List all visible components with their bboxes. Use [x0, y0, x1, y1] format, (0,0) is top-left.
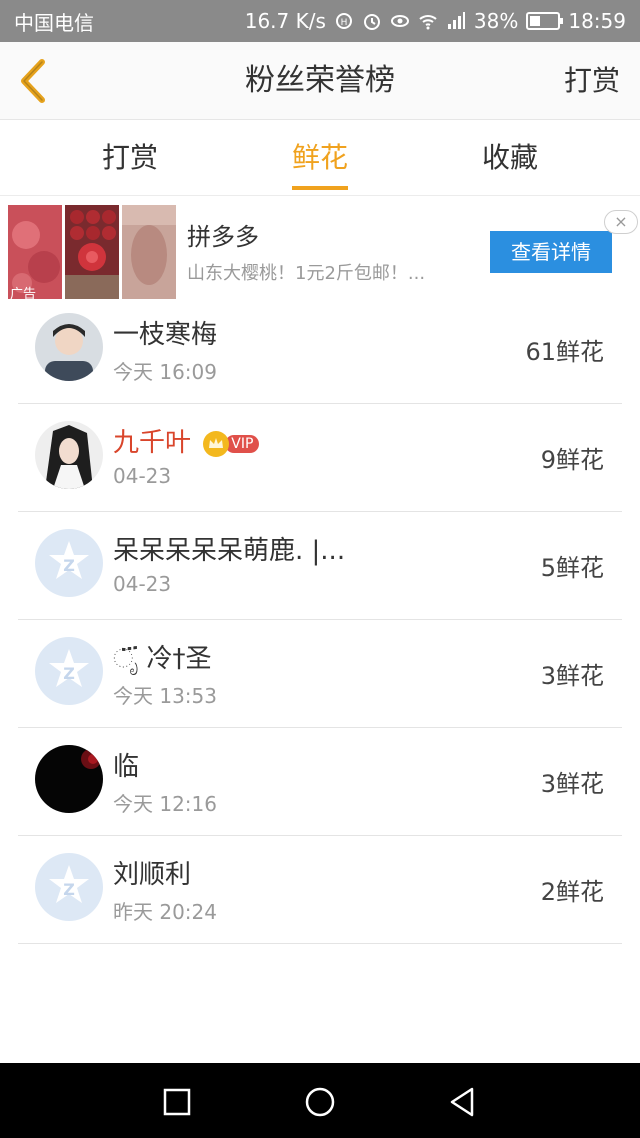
list-item[interactable]: 临 今天 12:16 3鲜花	[18, 728, 622, 836]
battery-percent: 38%	[473, 9, 519, 33]
avatar	[35, 421, 103, 489]
flower-count: 5鲜花	[540, 554, 604, 582]
ad-close-icon[interactable]: ×	[604, 210, 638, 234]
tab-label: 鲜花	[291, 141, 348, 174]
clock: 18:59	[568, 9, 626, 33]
home-icon[interactable]	[303, 1085, 337, 1119]
crown-icon	[203, 430, 230, 457]
fan-time: 04-23	[113, 464, 172, 488]
list-item[interactable]: 一枝寒梅 今天 16:09 61鲜花	[18, 296, 622, 404]
fan-name: 刘顺利	[113, 860, 192, 890]
flower-count: 2鲜花	[540, 878, 604, 906]
fan-name: 九千叶 VIP	[113, 422, 260, 459]
svg-text:Z: Z	[63, 556, 75, 575]
status-right: 16.7 K/s H 38% 18:59	[245, 9, 626, 33]
fan-list: 一枝寒梅 今天 16:09 61鲜花 九千叶 VIP 04-23 9鲜花 Z 呆…	[18, 296, 622, 944]
list-item[interactable]: Z 呆呆呆呆呆萌鹿. |... 04-23 5鲜花	[18, 512, 622, 620]
reward-button[interactable]: 打赏	[564, 42, 620, 120]
avatar	[35, 313, 103, 381]
ad-banner[interactable]: 广告 拼多多 山东大樱桃！1元2斤包邮！... 查看详情	[0, 197, 640, 303]
fan-name: 一枝寒梅	[113, 320, 218, 350]
fan-name: ೃ፝ 冷†圣	[113, 644, 212, 674]
vip-badge: VIP	[203, 430, 260, 457]
vip-label: VIP	[225, 434, 260, 453]
alarm-icon	[363, 14, 380, 30]
tab-reward[interactable]: 打赏	[70, 120, 190, 196]
net-speed: 16.7 K/s	[244, 9, 326, 33]
flower-count: 9鲜花	[540, 446, 604, 474]
system-nav-bar	[0, 1063, 640, 1138]
fan-time: 今天 16:09	[113, 360, 217, 384]
fan-name: 临	[113, 752, 140, 782]
wifi-icon	[419, 15, 437, 30]
avatar	[35, 745, 103, 813]
page-title: 粉丝荣誉榜	[245, 63, 395, 98]
recent-apps-icon[interactable]	[160, 1085, 194, 1119]
status-bar: 中国电信 16.7 K/s H 38% 18:59	[0, 0, 640, 42]
tab-label: 打赏	[101, 141, 158, 174]
svg-text:Z: Z	[63, 880, 75, 899]
fan-name: 呆呆呆呆呆萌鹿. |...	[113, 536, 346, 566]
eye-comfort-icon	[390, 15, 409, 27]
flower-count: 3鲜花	[540, 662, 604, 690]
avatar: Z	[35, 637, 103, 705]
ad-subtitle: 山东大樱桃！1元2斤包邮！...	[187, 263, 426, 284]
fan-time: 04-23	[113, 572, 172, 596]
svg-text:H: H	[341, 18, 348, 28]
ad-image	[65, 205, 119, 299]
avatar: Z	[35, 529, 103, 597]
svg-text:Z: Z	[63, 664, 75, 683]
list-item[interactable]: Z 刘顺利 昨天 20:24 2鲜花	[18, 836, 622, 944]
carrier-label: 中国电信	[14, 10, 94, 35]
header-bar: 粉丝荣誉榜 打赏	[0, 42, 640, 120]
ad-title: 拼多多	[187, 223, 259, 251]
tab-bar: 打赏 鲜花 收藏	[0, 120, 640, 196]
flower-count: 61鲜花	[525, 338, 604, 366]
tab-favorites[interactable]: 收藏	[450, 120, 570, 196]
battery-icon	[526, 12, 564, 30]
list-item[interactable]: 九千叶 VIP 04-23 9鲜花	[18, 404, 622, 512]
active-tab-underline	[292, 186, 348, 190]
tab-label: 收藏	[481, 141, 538, 174]
tab-flowers[interactable]: 鲜花	[260, 120, 380, 196]
fan-name-text: 九千叶	[113, 428, 192, 458]
signal-icon	[447, 12, 465, 29]
ad-image	[122, 205, 176, 299]
back-icon[interactable]	[445, 1085, 479, 1119]
fan-time: 昨天 20:24	[113, 900, 217, 924]
fan-time: 今天 12:16	[113, 792, 217, 816]
fan-time: 今天 13:53	[113, 684, 217, 708]
view-details-button[interactable]: 查看详情	[490, 231, 612, 273]
flower-count: 3鲜花	[540, 770, 604, 798]
list-item[interactable]: Z ೃ፝ 冷†圣 今天 13:53 3鲜花	[18, 620, 622, 728]
data-saver-icon: H	[335, 13, 352, 29]
avatar: Z	[35, 853, 103, 921]
